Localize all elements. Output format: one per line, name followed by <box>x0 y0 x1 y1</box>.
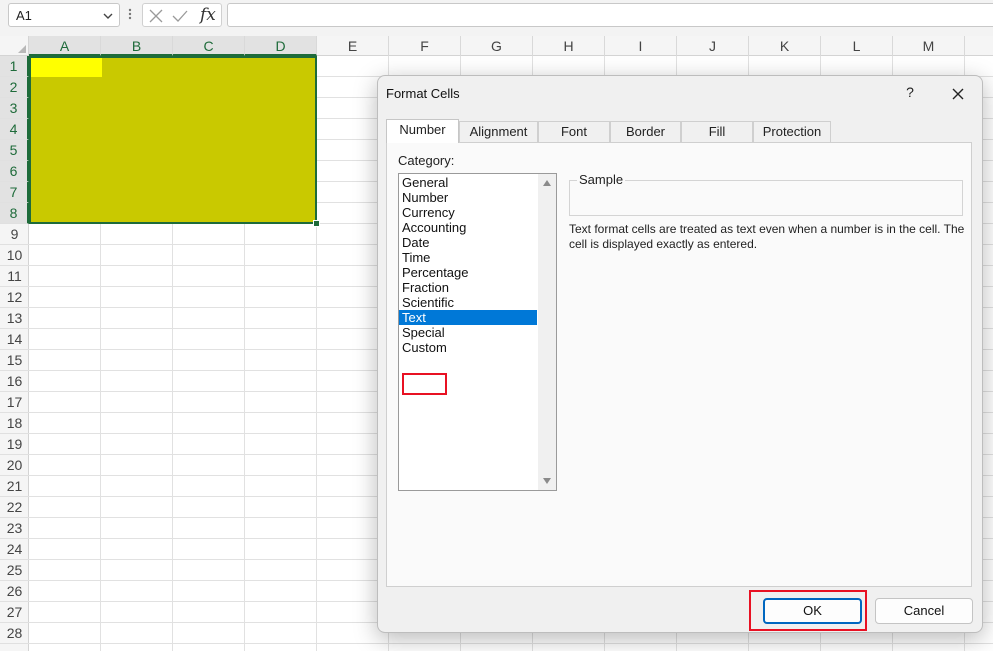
category-date[interactable]: Date <box>399 235 537 250</box>
name-box[interactable]: A1 <box>8 3 120 27</box>
scroll-up-icon[interactable] <box>543 180 551 186</box>
dialog-tabs: Number Alignment Font Border Fill Protec… <box>386 119 976 143</box>
row-header[interactable]: 20 <box>0 455 29 476</box>
column-header[interactable]: J <box>677 36 749 56</box>
column-header[interactable]: B <box>101 36 173 56</box>
column-header[interactable]: K <box>749 36 821 56</box>
row-header[interactable]: 3 <box>0 98 29 119</box>
row-header[interactable]: 22 <box>0 497 29 518</box>
row-header[interactable]: 5 <box>0 140 29 161</box>
row-header[interactable]: 16 <box>0 371 29 392</box>
column-header[interactable]: F <box>389 36 461 56</box>
column-header[interactable]: H <box>533 36 605 56</box>
sample-label: Sample <box>577 172 626 187</box>
highlight-box-text <box>402 373 447 395</box>
category-scientific[interactable]: Scientific <box>399 295 537 310</box>
row-header[interactable]: 15 <box>0 350 29 371</box>
insert-function-button[interactable]: fx <box>200 5 216 25</box>
category-list[interactable]: General Number Currency Accounting Date … <box>398 173 557 491</box>
row-header[interactable]: 9 <box>0 224 29 245</box>
column-header[interactable]: C <box>173 36 245 56</box>
column-header[interactable]: L <box>821 36 893 56</box>
tab-font[interactable]: Font <box>538 121 610 142</box>
category-special[interactable]: Special <box>399 325 537 340</box>
chevron-down-icon[interactable] <box>101 9 115 23</box>
row-header[interactable]: 25 <box>0 560 29 581</box>
row-header[interactable]: 24 <box>0 539 29 560</box>
active-cell[interactable] <box>31 58 102 77</box>
tab-protection[interactable]: Protection <box>753 121 831 142</box>
row-header[interactable]: 18 <box>0 413 29 434</box>
tab-fill[interactable]: Fill <box>681 121 753 142</box>
row-header[interactable]: 8 <box>0 203 29 224</box>
category-number[interactable]: Number <box>399 190 537 205</box>
column-header[interactable]: E <box>317 36 389 56</box>
row-headers: 1 2 3 4 5 6 7 8 9 10 11 12 13 14 15 16 1… <box>0 56 29 651</box>
cancel-icon[interactable] <box>147 8 165 24</box>
row-header[interactable]: 7 <box>0 182 29 203</box>
row-header[interactable]: 26 <box>0 581 29 602</box>
format-description: Text format cells are treated as text ev… <box>569 222 965 251</box>
category-scrollbar[interactable] <box>538 174 556 490</box>
more-icon[interactable] <box>126 6 134 22</box>
category-label: Category: <box>398 153 455 168</box>
select-all-button[interactable] <box>0 36 29 56</box>
category-text[interactable]: Text <box>399 310 537 325</box>
number-tab-panel: Category: General Number Currency Accoun… <box>386 142 972 587</box>
selected-range[interactable] <box>29 56 320 227</box>
column-header[interactable]: D <box>245 36 317 56</box>
dialog-title: Format Cells <box>386 86 460 101</box>
row-header[interactable]: 19 <box>0 434 29 455</box>
help-button[interactable]: ? <box>902 84 918 102</box>
name-box-value: A1 <box>16 8 32 23</box>
column-header[interactable]: I <box>605 36 677 56</box>
row-header[interactable]: 10 <box>0 245 29 266</box>
row-header[interactable]: 28 <box>0 623 29 644</box>
formula-buttons: fx <box>142 3 222 27</box>
fill-handle[interactable] <box>313 220 320 227</box>
column-headers: A B C D E F G H I J K L M <box>29 36 993 56</box>
category-fraction[interactable]: Fraction <box>399 280 537 295</box>
row-header[interactable]: 2 <box>0 77 29 98</box>
row-header[interactable]: 21 <box>0 476 29 497</box>
category-percentage[interactable]: Percentage <box>399 265 537 280</box>
category-accounting[interactable]: Accounting <box>399 220 537 235</box>
category-currency[interactable]: Currency <box>399 205 537 220</box>
formula-bar: A1 fx <box>0 0 993 36</box>
format-cells-dialog: Format Cells ? Number Alignment Font Bor… <box>377 75 983 633</box>
row-header[interactable]: 12 <box>0 287 29 308</box>
column-header[interactable]: A <box>29 36 101 56</box>
row-header[interactable]: 23 <box>0 518 29 539</box>
row-header[interactable]: 14 <box>0 329 29 350</box>
column-header[interactable]: M <box>893 36 965 56</box>
highlight-box-ok <box>749 590 867 631</box>
cancel-button[interactable]: Cancel <box>875 598 973 624</box>
row-header[interactable]: 11 <box>0 266 29 287</box>
enter-icon[interactable] <box>171 8 189 24</box>
category-time[interactable]: Time <box>399 250 537 265</box>
formula-input[interactable] <box>227 3 993 27</box>
tab-border[interactable]: Border <box>610 121 681 142</box>
sample-box <box>569 180 963 216</box>
category-general[interactable]: General <box>399 175 537 190</box>
row-header[interactable]: 17 <box>0 392 29 413</box>
tab-alignment[interactable]: Alignment <box>459 121 538 142</box>
tab-number[interactable]: Number <box>386 119 459 143</box>
close-icon[interactable] <box>948 84 968 104</box>
row-header[interactable]: 6 <box>0 161 29 182</box>
category-custom[interactable]: Custom <box>399 340 537 355</box>
row-header[interactable]: 13 <box>0 308 29 329</box>
scroll-down-icon[interactable] <box>543 478 551 484</box>
row-header[interactable]: 1 <box>0 56 29 77</box>
row-header[interactable]: 4 <box>0 119 29 140</box>
row-header[interactable]: 27 <box>0 602 29 623</box>
column-header[interactable]: G <box>461 36 533 56</box>
